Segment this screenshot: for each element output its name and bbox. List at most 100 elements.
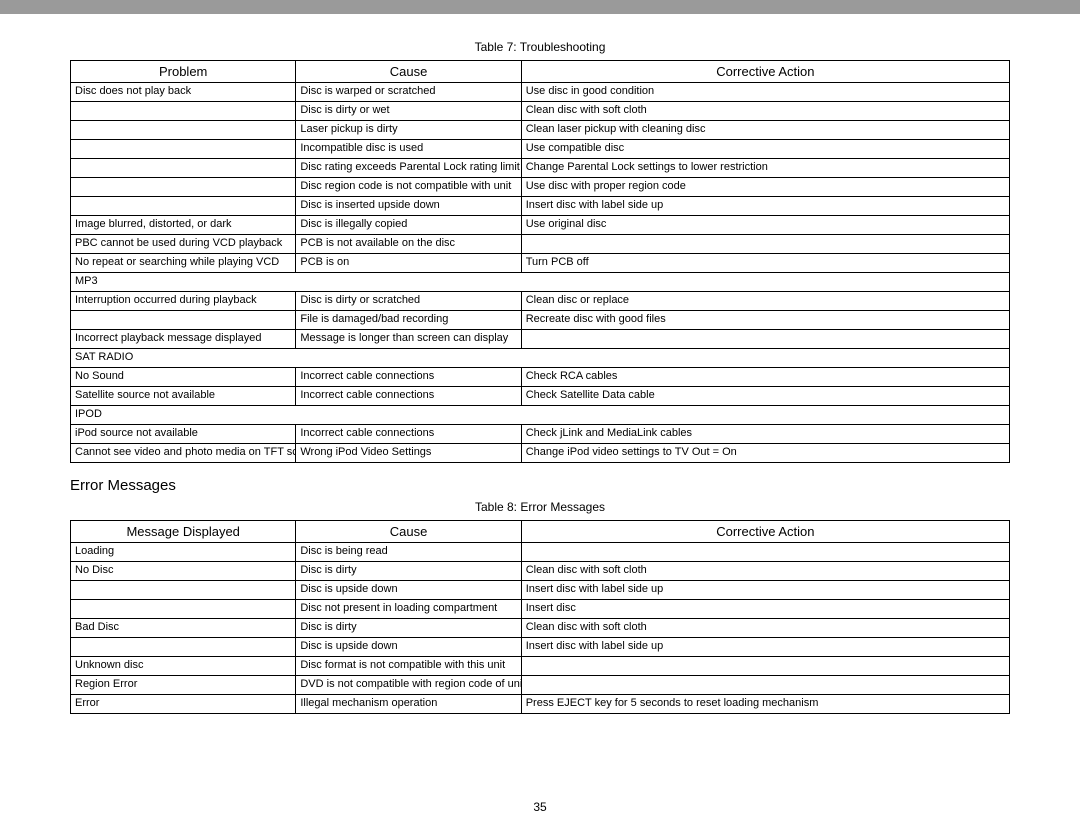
- col-cause: Cause: [296, 521, 521, 543]
- cell: Check RCA cables: [521, 368, 1009, 387]
- table-row: Disc is inserted upside downInsert disc …: [71, 197, 1010, 216]
- table-row: Cannot see video and photo media on TFT …: [71, 444, 1010, 463]
- cell: [71, 102, 296, 121]
- cell: [71, 197, 296, 216]
- page-number: 35: [0, 800, 1080, 814]
- cell: Cannot see video and photo media on TFT …: [71, 444, 296, 463]
- cell: Clean disc or replace: [521, 292, 1009, 311]
- table-8-title: Table 8: Error Messages: [70, 500, 1010, 514]
- cell: Disc is dirty or scratched: [296, 292, 521, 311]
- cell: Insert disc with label side up: [521, 197, 1009, 216]
- cell: Clean laser pickup with cleaning disc: [521, 121, 1009, 140]
- col-action: Corrective Action: [521, 521, 1009, 543]
- table-row: SAT RADIO: [71, 349, 1010, 368]
- table-row: Interruption occurred during playbackDis…: [71, 292, 1010, 311]
- cell: [521, 657, 1009, 676]
- cell: Laser pickup is dirty: [296, 121, 521, 140]
- error-messages-table: Message Displayed Cause Corrective Actio…: [70, 520, 1010, 714]
- cell: Disc is upside down: [296, 638, 521, 657]
- table-row: Incompatible disc is usedUse compatible …: [71, 140, 1010, 159]
- troubleshooting-table: Problem Cause Corrective Action Disc doe…: [70, 60, 1010, 463]
- table-row: Disc is upside downInsert disc with labe…: [71, 581, 1010, 600]
- cell: [521, 330, 1009, 349]
- cell: Satellite source not available: [71, 387, 296, 406]
- table-row: Unknown discDisc format is not compatibl…: [71, 657, 1010, 676]
- table-row: No DiscDisc is dirtyClean disc with soft…: [71, 562, 1010, 581]
- table-row: No repeat or searching while playing VCD…: [71, 254, 1010, 273]
- cell: [71, 638, 296, 657]
- cell: [71, 581, 296, 600]
- table-row: LoadingDisc is being read: [71, 543, 1010, 562]
- cell: Image blurred, distorted, or dark: [71, 216, 296, 235]
- cell: Insert disc with label side up: [521, 581, 1009, 600]
- cell: [71, 311, 296, 330]
- cell: Disc is illegally copied: [296, 216, 521, 235]
- cell: Check Satellite Data cable: [521, 387, 1009, 406]
- cell: Disc is dirty: [296, 619, 521, 638]
- table-row: ErrorIllegal mechanism operationPress EJ…: [71, 695, 1010, 714]
- cell: Loading: [71, 543, 296, 562]
- cell: Disc is being read: [296, 543, 521, 562]
- cell: Disc does not play back: [71, 83, 296, 102]
- table-row: Disc not present in loading compartmentI…: [71, 600, 1010, 619]
- cell: Insert disc: [521, 600, 1009, 619]
- cell: [71, 600, 296, 619]
- cell: Disc is upside down: [296, 581, 521, 600]
- cell: MP3: [71, 273, 1010, 292]
- table-row: File is damaged/bad recordingRecreate di…: [71, 311, 1010, 330]
- cell: DVD is not compatible with region code o…: [296, 676, 521, 695]
- table-row: Incorrect playback message displayedMess…: [71, 330, 1010, 349]
- cell: Disc format is not compatible with this …: [296, 657, 521, 676]
- cell: Disc is inserted upside down: [296, 197, 521, 216]
- table-row: IPOD: [71, 406, 1010, 425]
- cell: No repeat or searching while playing VCD: [71, 254, 296, 273]
- cell: Disc rating exceeds Parental Lock rating…: [296, 159, 521, 178]
- cell: [71, 178, 296, 197]
- top-bar: [0, 0, 1080, 14]
- cell: PCB is on: [296, 254, 521, 273]
- cell: Error: [71, 695, 296, 714]
- table-7-title: Table 7: Troubleshooting: [70, 40, 1010, 54]
- page-content: Table 7: Troubleshooting Problem Cause C…: [0, 14, 1080, 714]
- cell: Clean disc with soft cloth: [521, 102, 1009, 121]
- cell: No Sound: [71, 368, 296, 387]
- cell: Wrong iPod Video Settings: [296, 444, 521, 463]
- cell: Clean disc with soft cloth: [521, 562, 1009, 581]
- table-row: iPod source not availableIncorrect cable…: [71, 425, 1010, 444]
- cell: Disc region code is not compatible with …: [296, 178, 521, 197]
- table-row: Region ErrorDVD is not compatible with r…: [71, 676, 1010, 695]
- table-row: PBC cannot be used during VCD playbackPC…: [71, 235, 1010, 254]
- cell: SAT RADIO: [71, 349, 1010, 368]
- table-header-row: Message Displayed Cause Corrective Actio…: [71, 521, 1010, 543]
- cell: Change iPod video settings to TV Out = O…: [521, 444, 1009, 463]
- table-row: Bad DiscDisc is dirtyClean disc with sof…: [71, 619, 1010, 638]
- cell: Incorrect cable connections: [296, 425, 521, 444]
- cell: [521, 676, 1009, 695]
- table-row: Laser pickup is dirtyClean laser pickup …: [71, 121, 1010, 140]
- col-message: Message Displayed: [71, 521, 296, 543]
- cell: Press EJECT key for 5 seconds to reset l…: [521, 695, 1009, 714]
- table-row: MP3: [71, 273, 1010, 292]
- cell: Incorrect playback message displayed: [71, 330, 296, 349]
- cell: Use original disc: [521, 216, 1009, 235]
- cell: Insert disc with label side up: [521, 638, 1009, 657]
- cell: [71, 140, 296, 159]
- cell: Incompatible disc is used: [296, 140, 521, 159]
- table-row: Image blurred, distorted, or darkDisc is…: [71, 216, 1010, 235]
- cell: Unknown disc: [71, 657, 296, 676]
- cell: Disc is warped or scratched: [296, 83, 521, 102]
- table-row: Disc region code is not compatible with …: [71, 178, 1010, 197]
- cell: Incorrect cable connections: [296, 368, 521, 387]
- table-row: Satellite source not availableIncorrect …: [71, 387, 1010, 406]
- error-messages-heading: Error Messages: [70, 477, 1010, 494]
- table-row: Disc does not play backDisc is warped or…: [71, 83, 1010, 102]
- cell: Disc is dirty: [296, 562, 521, 581]
- cell: Recreate disc with good files: [521, 311, 1009, 330]
- cell: Disc not present in loading compartment: [296, 600, 521, 619]
- cell: PCB is not available on the disc: [296, 235, 521, 254]
- table-row: No SoundIncorrect cable connectionsCheck…: [71, 368, 1010, 387]
- table-row: Disc is upside downInsert disc with labe…: [71, 638, 1010, 657]
- cell: Use compatible disc: [521, 140, 1009, 159]
- cell: [521, 235, 1009, 254]
- cell: IPOD: [71, 406, 1010, 425]
